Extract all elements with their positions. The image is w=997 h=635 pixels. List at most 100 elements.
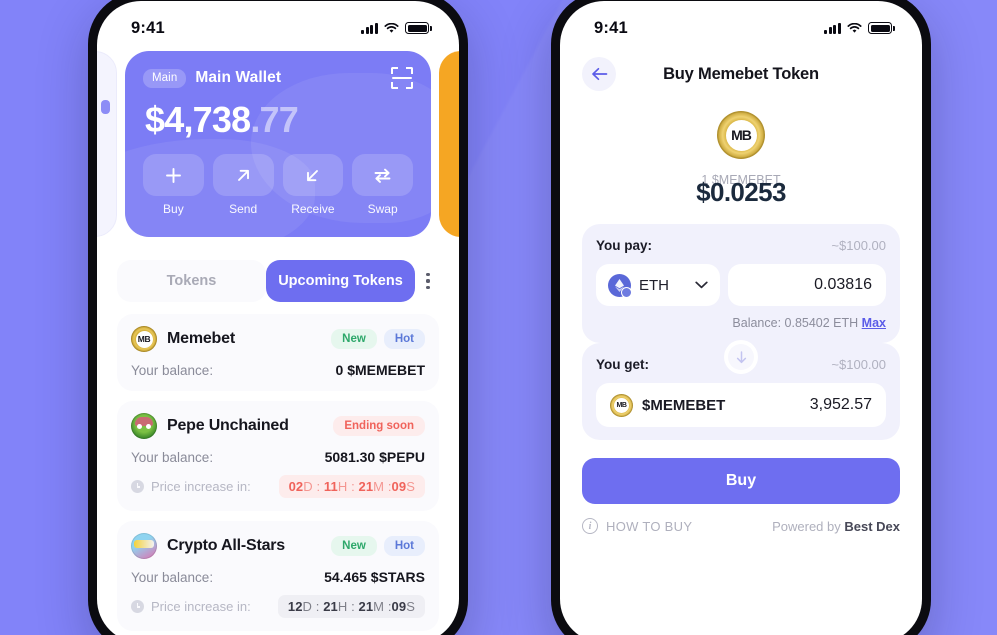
pay-asset-selector[interactable]: ETH — [596, 264, 720, 306]
main-wallet-card[interactable]: Main Main Wallet $4,738.77 Buy Send Rece… — [125, 51, 431, 237]
token-badges: Ending soon — [333, 416, 425, 436]
you-pay-box: You pay: ~$100.00 ETH 0.03816 Balance: 0… — [582, 224, 900, 343]
back-arrow-icon[interactable] — [582, 57, 616, 91]
buy-footer: i HOW TO BUY Powered by Best Dex — [582, 518, 900, 534]
balance-label: Your balance: — [131, 449, 214, 465]
left-screen: 9:41 Main Main Wallet $4,738.77 Buy Send… — [97, 1, 459, 635]
you-pay-header: You pay: ~$100.00 — [596, 238, 886, 253]
countdown-timer: 02D : 11H : 21M :09S — [278, 475, 425, 498]
status-icons — [361, 22, 432, 34]
buy-button[interactable]: Buy — [582, 458, 900, 504]
countdown-label-group: Price increase in: — [131, 599, 251, 614]
get-asset-row[interactable]: MB $MEMEBET 3,952.57 — [596, 383, 886, 427]
countdown-minutes: 21 — [358, 599, 374, 614]
balance-whole: $4,738 — [145, 99, 251, 140]
countdown-timer: 12D : 21H : 21M :09S — [277, 595, 425, 618]
memebet-logo-icon: MB — [717, 111, 765, 159]
battery-icon — [868, 22, 895, 34]
memebet-logo-text: MB — [725, 119, 757, 151]
arrow-down-icon[interactable] — [728, 344, 754, 370]
action-send[interactable]: Send — [212, 154, 274, 216]
token-balance-row: Your balance: 54.465 $STARS — [131, 569, 425, 585]
token-list: MB Memebet New Hot Your balance: 0 $MEME… — [117, 314, 439, 631]
status-badge: Ending soon — [333, 416, 425, 436]
action-swap-label: Swap — [367, 202, 398, 216]
wallet-balance: $4,738.77 — [145, 102, 413, 138]
right-screen: 9:41 Buy Memebet Token MB 1 $MEMEBET $0.… — [560, 1, 922, 635]
balance-value: 0 $MEMEBET — [335, 362, 425, 378]
balance-cents: .77 — [250, 99, 298, 140]
kebab-menu-icon[interactable] — [417, 273, 439, 289]
buy-page-header: Buy Memebet Token — [560, 47, 922, 95]
countdown-days-unit: D — [302, 599, 313, 614]
status-badge: Hot — [383, 536, 425, 556]
status-time: 9:41 — [594, 18, 628, 37]
countdown-label: Price increase in: — [151, 599, 251, 614]
action-buy-label: Buy — [163, 202, 184, 216]
countdown-hours: 11 — [323, 479, 338, 494]
tab-upcoming-tokens[interactable]: Upcoming Tokens — [266, 260, 415, 302]
powered-by-brand: Best Dex — [844, 518, 900, 534]
how-to-buy-link[interactable]: i HOW TO BUY — [582, 518, 692, 534]
swap-arrows-icon — [352, 154, 413, 196]
token-badges: New Hot — [331, 536, 425, 556]
plus-icon — [143, 154, 204, 196]
countdown-hours-unit: H — [337, 479, 348, 494]
peek-indicator — [101, 100, 110, 114]
wallet-card-header: Main Main Wallet — [143, 67, 413, 89]
action-swap[interactable]: Swap — [352, 154, 413, 216]
token-list-item-crypto-all-stars[interactable]: Crypto All-Stars New Hot Your balance: 5… — [117, 521, 439, 631]
token-list-item-pepe-unchained[interactable]: Pepe Unchained Ending soon Your balance:… — [117, 401, 439, 511]
right-status-bar: 9:41 — [560, 1, 922, 47]
wallet-card-next-peek[interactable] — [439, 51, 459, 237]
balance-value: 54.465 $STARS — [324, 569, 425, 585]
action-buy[interactable]: Buy — [143, 154, 204, 216]
action-receive[interactable]: Receive — [282, 154, 344, 216]
pay-asset-symbol: ETH — [639, 276, 669, 294]
max-button[interactable]: Max — [862, 316, 886, 330]
balance-label: Your balance: — [131, 362, 214, 378]
countdown-hours: 21 — [323, 599, 338, 614]
crypto-allstars-logo-icon — [131, 533, 157, 559]
countdown-seconds: 09 — [391, 599, 407, 614]
wallet-name: Main Wallet — [195, 69, 282, 86]
balance-label: Your balance: — [131, 569, 214, 585]
token-countdown-row: Price increase in: 12D : 21H : 21M :09S — [131, 595, 425, 618]
tab-tokens[interactable]: Tokens — [117, 260, 266, 302]
info-icon: i — [582, 518, 598, 534]
countdown-days-unit: D — [303, 479, 313, 494]
powered-by: Powered by Best Dex — [772, 519, 900, 534]
countdown-seconds: 09 — [391, 479, 407, 494]
pay-amount-input[interactable]: 0.03816 — [728, 264, 886, 306]
powered-by-prefix: Powered by — [772, 518, 845, 534]
pay-balance-row: Balance: 0.85402 ETH Max — [596, 316, 886, 330]
chevron-down-icon — [695, 276, 708, 294]
you-pay-approx: ~$100.00 — [831, 238, 886, 253]
action-send-label: Send — [229, 202, 258, 216]
swap-section: You pay: ~$100.00 ETH 0.03816 Balance: 0… — [582, 224, 900, 440]
token-price: $0.0253 — [696, 177, 786, 207]
wallet-card-previous-peek[interactable] — [97, 51, 117, 237]
memebet-logo-text: MB — [135, 330, 153, 348]
token-balance-row: Your balance: 5081.30 $PEPU — [131, 449, 425, 465]
arrow-down-left-icon — [282, 154, 344, 196]
token-hero: MB 1 $MEMEBET $0.0253 — [560, 111, 922, 208]
wallet-actions: Buy Send Receive Swap — [143, 154, 413, 216]
token-header: Crypto All-Stars New Hot — [131, 533, 425, 559]
you-get-approx: ~$100.00 — [831, 357, 886, 372]
scan-icon[interactable] — [391, 67, 413, 89]
you-pay-controls: ETH 0.03816 — [596, 264, 886, 306]
countdown-days: 12 — [287, 599, 303, 614]
countdown-days: 02 — [288, 479, 304, 494]
countdown-label-group: Price increase in: — [131, 479, 251, 494]
token-header: MB Memebet New Hot — [131, 326, 425, 352]
how-to-buy-label: HOW TO BUY — [606, 518, 693, 534]
wallet-carousel[interactable]: Main Main Wallet $4,738.77 Buy Send Rece… — [97, 51, 459, 246]
signal-icon — [361, 22, 378, 34]
countdown-minutes: 21 — [358, 479, 374, 494]
arrow-up-right-icon — [212, 154, 274, 196]
wifi-icon — [384, 22, 399, 34]
status-badge: New — [331, 329, 377, 349]
signal-icon — [824, 22, 841, 34]
token-list-item-memebet[interactable]: MB Memebet New Hot Your balance: 0 $MEME… — [117, 314, 439, 391]
